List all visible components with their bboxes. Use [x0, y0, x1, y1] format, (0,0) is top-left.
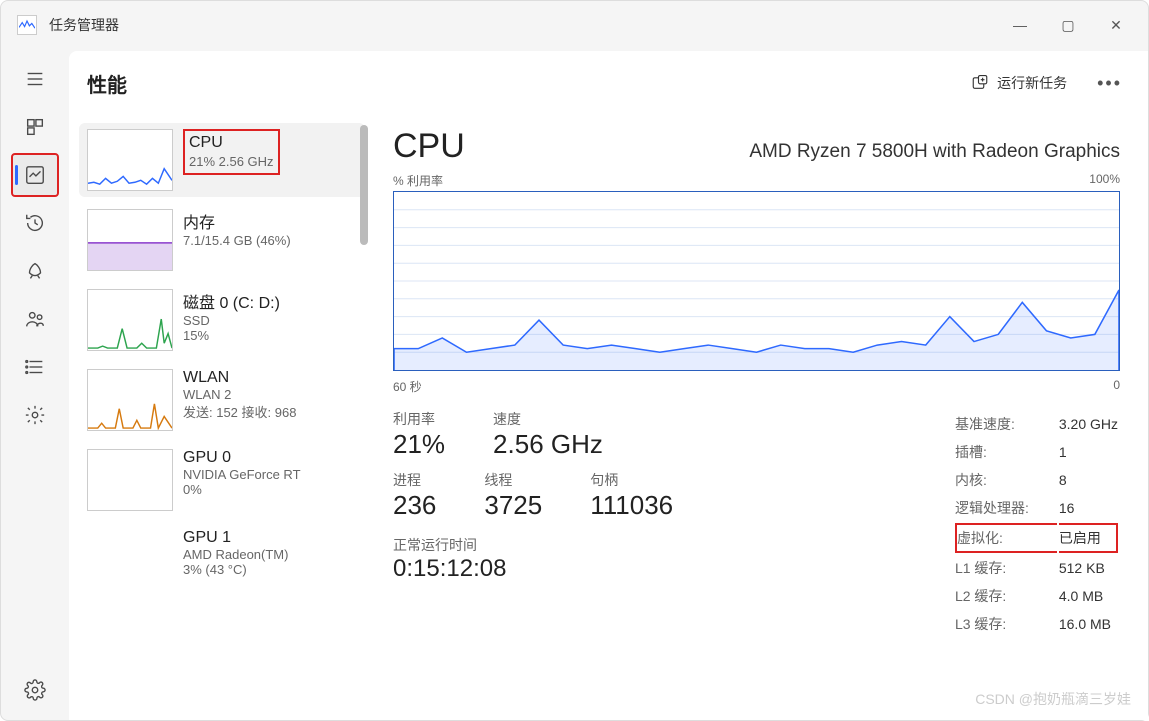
l2-value: 4.0 MB [1059, 583, 1118, 609]
cpu-title: CPU [393, 127, 465, 166]
nav-menu-icon[interactable] [11, 57, 59, 101]
cores-value: 8 [1059, 467, 1118, 493]
virt-value: 已启用 [1059, 523, 1118, 553]
minimize-button[interactable]: — [996, 7, 1044, 43]
handles-value: 111036 [590, 490, 673, 521]
resource-sub: 7.1/15.4 GB (46%) [183, 233, 357, 248]
resource-item-memory[interactable]: 内存 7.1/15.4 GB (46%) [79, 203, 365, 277]
nav-history-icon[interactable] [11, 201, 59, 245]
resource-sub: SSD [183, 313, 357, 328]
cpu-chart [393, 191, 1120, 371]
main-panel: CPU AMD Ryzen 7 5800H with Radeon Graphi… [369, 115, 1148, 720]
l2-label: L2 缓存: [955, 583, 1057, 609]
resource-item-cpu[interactable]: CPU 21% 2.56 GHz [79, 123, 365, 197]
window-controls: — ▢ ✕ [996, 7, 1140, 43]
resource-title: GPU 0 [183, 449, 357, 467]
logical-value: 16 [1059, 495, 1118, 521]
resource-title: GPU 1 [183, 529, 357, 547]
resource-title: 内存 [183, 209, 357, 233]
speed-value: 2.56 GHz [493, 429, 603, 460]
chart-bottom-left-label: 60 秒 [393, 378, 422, 395]
proc-label: 进程 [393, 470, 436, 490]
body-row: 性能 运行新任务 ••• CPU [1, 49, 1148, 720]
cpu-highlight: CPU 21% 2.56 GHz [183, 129, 280, 175]
scrollbar[interactable] [359, 125, 369, 385]
resource-sub: NVIDIA GeForce RT [183, 467, 357, 482]
nav-performance-icon[interactable] [11, 153, 59, 197]
window: 任务管理器 — ▢ ✕ [0, 0, 1149, 721]
content: 性能 运行新任务 ••• CPU [69, 51, 1148, 720]
resource-sub2: 15% [183, 328, 357, 343]
cpu-model: AMD Ryzen 7 5800H with Radeon Graphics [749, 141, 1120, 163]
threads-value: 3725 [484, 490, 542, 521]
gpu1-thumb [87, 529, 173, 591]
nav-users-icon[interactable] [11, 297, 59, 341]
titlebar: 任务管理器 — ▢ ✕ [1, 1, 1148, 49]
more-button[interactable]: ••• [1089, 67, 1130, 100]
resource-sub: AMD Radeon(TM) [183, 547, 357, 562]
uptime-value: 0:15:12:08 [393, 555, 673, 583]
uptime-label: 正常运行时间 [393, 535, 673, 555]
memory-thumb [87, 209, 173, 271]
scrollbar-thumb[interactable] [360, 125, 368, 245]
nav-startup-icon[interactable] [11, 249, 59, 293]
resource-title: WLAN [183, 369, 357, 387]
proc-value: 236 [393, 490, 436, 521]
resource-item-disk[interactable]: 磁盘 0 (C: D:) SSD 15% [79, 283, 365, 357]
sockets-label: 插槽: [955, 439, 1057, 465]
nav-processes-icon[interactable] [11, 105, 59, 149]
resource-title: 磁盘 0 (C: D:) [183, 289, 357, 313]
run-new-task-label: 运行新任务 [997, 73, 1067, 93]
resource-sub2: 发送: 152 接收: 968 [183, 402, 357, 421]
speed-label: 速度 [493, 409, 603, 429]
resource-sub: 21% 2.56 GHz [189, 154, 274, 171]
run-new-task-button[interactable]: 运行新任务 [961, 67, 1077, 99]
base-speed-value: 3.20 GHz [1059, 411, 1118, 437]
handles-label: 句柄 [590, 470, 673, 490]
logical-label: 逻辑处理器: [955, 495, 1057, 521]
nav-rail [1, 49, 69, 720]
resource-sub2: 3% (43 °C) [183, 562, 357, 577]
cpu-thumb [87, 129, 173, 191]
resource-list: CPU 21% 2.56 GHz 内存 7.1/15.4 GB (46%) [69, 115, 369, 720]
content-header: 性能 运行新任务 ••• [69, 51, 1148, 115]
maximize-button[interactable]: ▢ [1044, 7, 1092, 43]
nav-services-icon[interactable] [11, 393, 59, 437]
app-icon [17, 15, 37, 35]
util-label: 利用率 [393, 409, 445, 429]
cores-label: 内核: [955, 467, 1057, 493]
chart-top-right-label: 100% [1089, 172, 1120, 189]
wlan-thumb [87, 369, 173, 431]
disk-thumb [87, 289, 173, 351]
l1-label: L1 缓存: [955, 555, 1057, 581]
page-title: 性能 [87, 69, 127, 98]
app-title: 任务管理器 [49, 15, 119, 35]
l1-value: 512 KB [1059, 555, 1118, 581]
chart-top-left-label: % 利用率 [393, 172, 443, 189]
resource-sub2: 0% [183, 482, 357, 497]
threads-label: 线程 [484, 470, 542, 490]
close-button[interactable]: ✕ [1092, 7, 1140, 43]
nav-settings-icon[interactable] [11, 668, 59, 712]
sockets-value: 1 [1059, 439, 1118, 465]
resource-item-wlan[interactable]: WLAN WLAN 2 发送: 152 接收: 968 [79, 363, 365, 437]
content-body: CPU 21% 2.56 GHz 内存 7.1/15.4 GB (46%) [69, 115, 1148, 720]
chart-bottom-right-label: 0 [1113, 378, 1120, 395]
virt-label: 虚拟化: [955, 523, 1057, 553]
resource-sub: WLAN 2 [183, 387, 357, 402]
resource-item-gpu1[interactable]: GPU 1 AMD Radeon(TM) 3% (43 °C) [79, 523, 365, 597]
resource-title: CPU [189, 133, 274, 154]
gpu0-thumb [87, 449, 173, 511]
l3-label: L3 缓存: [955, 611, 1057, 637]
stats-right: 基准速度:3.20 GHz 插槽:1 内核:8 逻辑处理器:16 虚拟化:已启用… [953, 409, 1120, 639]
util-value: 21% [393, 429, 445, 460]
nav-details-icon[interactable] [11, 345, 59, 389]
resource-item-gpu0[interactable]: GPU 0 NVIDIA GeForce RT 0% [79, 443, 365, 517]
base-speed-label: 基准速度: [955, 411, 1057, 437]
l3-value: 16.0 MB [1059, 611, 1118, 637]
